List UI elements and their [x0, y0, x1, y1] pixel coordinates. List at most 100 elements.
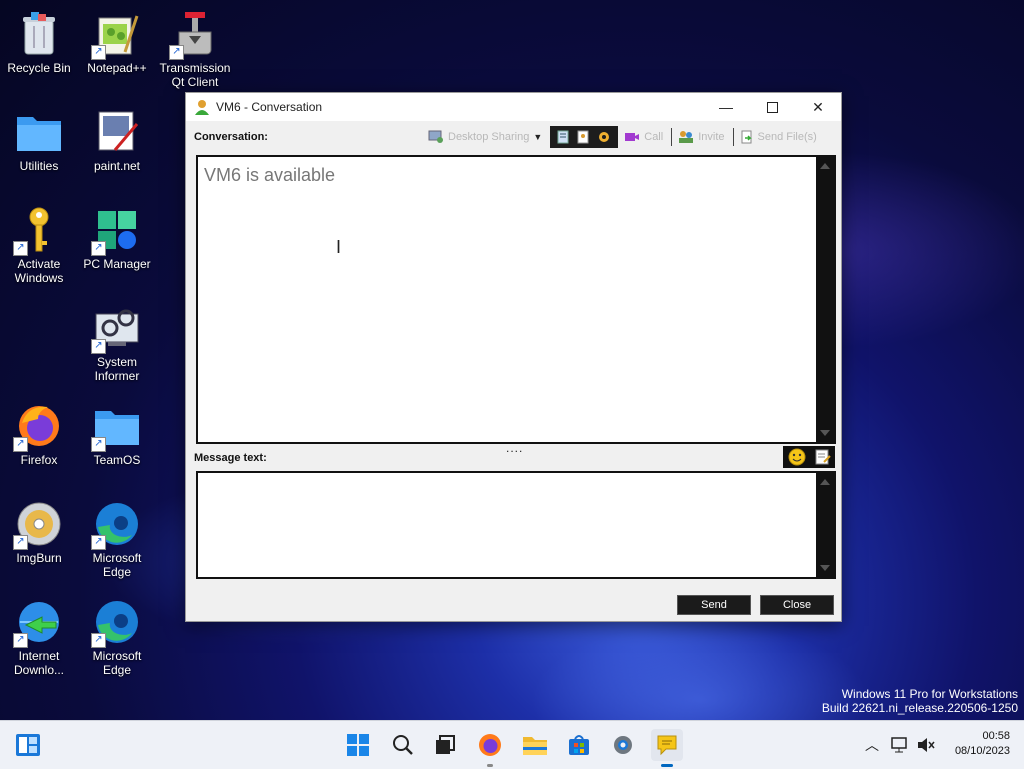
- search-button[interactable]: [387, 729, 419, 761]
- call-label: Call: [644, 131, 664, 143]
- file-explorer-icon: [523, 737, 547, 755]
- text-cursor-icon: I: [336, 237, 342, 257]
- desktop-icon-notepad-plus[interactable]: ↗ Notepad++: [79, 10, 155, 75]
- task-view-button[interactable]: [429, 729, 461, 761]
- conversation-status-text: VM6 is available: [204, 165, 336, 185]
- shortcut-arrow-icon: ↗: [91, 535, 106, 550]
- window-titlebar[interactable]: VM6 - Conversation — ✕: [186, 93, 841, 121]
- windows-watermark: Windows 11 Pro for Workstations Build 22…: [822, 687, 1018, 715]
- system-clock[interactable]: 00:58 08/10/2023: [955, 729, 1010, 759]
- desktop-icon-utilities[interactable]: Utilities: [1, 108, 77, 173]
- toolbar-dark-group: [550, 126, 619, 148]
- imgburn-icon: ↗: [13, 500, 63, 550]
- taskbar: ︿ 00:58 08/10/2023: [0, 720, 1024, 769]
- desktop-icon-label: ImgBurn: [16, 551, 62, 565]
- toolbar-divider: [671, 128, 673, 146]
- desktop-sharing-button[interactable]: Desktop Sharing ▼: [428, 130, 542, 144]
- desktop-icon-edge-1[interactable]: ↗ Microsoft Edge: [79, 500, 155, 579]
- firefox-icon: [479, 734, 501, 756]
- desktop-icon-system-informer[interactable]: ↗ System Informer: [79, 304, 155, 383]
- shortcut-arrow-icon: ↗: [13, 535, 28, 550]
- window-title: VM6 - Conversation: [216, 100, 323, 114]
- invite-users-icon: [679, 131, 694, 143]
- maximize-button[interactable]: [749, 93, 795, 121]
- desktop-icon-label: Notepad++: [87, 61, 147, 75]
- shortcut-arrow-icon: ↗: [91, 633, 106, 648]
- search-icon: [393, 735, 413, 755]
- start-button[interactable]: [342, 729, 374, 761]
- edge-icon: ↗: [91, 598, 141, 648]
- desktop-icon-label: Recycle Bin: [7, 61, 71, 75]
- transmission-icon: ↗: [169, 10, 219, 60]
- minimize-button[interactable]: —: [703, 93, 749, 121]
- invite-label: Invite: [698, 131, 725, 143]
- invite-button[interactable]: Invite: [678, 130, 725, 144]
- volume-tray-button[interactable]: [910, 729, 942, 761]
- desktop-icon-label: paint.net: [93, 159, 141, 173]
- taskbar-settings[interactable]: [607, 729, 639, 761]
- firefox-icon: ↗: [13, 402, 63, 452]
- message-scrollbar[interactable]: [816, 473, 834, 577]
- conversation-toolbar: Desktop Sharing ▼ Call Invite Send File(…: [428, 126, 825, 148]
- chevron-down-icon[interactable]: ▼: [533, 132, 542, 142]
- taskbar-firefox[interactable]: [474, 729, 506, 767]
- desktop-icon-teamos[interactable]: ↗ TeamOS: [79, 402, 155, 467]
- windows-logo-icon: [347, 734, 369, 756]
- shortcut-arrow-icon: ↗: [13, 241, 28, 256]
- desktop-icon-recycle-bin[interactable]: Recycle Bin: [1, 10, 77, 75]
- conversation-label: Conversation:: [194, 131, 268, 143]
- emoticon-icon[interactable]: [788, 448, 806, 466]
- history-icon[interactable]: [556, 130, 570, 144]
- shortcut-arrow-icon: ↗: [91, 45, 106, 60]
- desktop-icon-firefox[interactable]: ↗ Firefox: [1, 402, 77, 467]
- desktop-icon-idm[interactable]: ↗ Internet Downlo...: [1, 598, 77, 677]
- message-input[interactable]: [196, 471, 836, 579]
- settings-gear-icon[interactable]: [596, 130, 612, 144]
- video-camera-icon: [625, 133, 640, 141]
- taskbar-store[interactable]: [563, 729, 595, 761]
- shortcut-arrow-icon: ↗: [91, 339, 106, 354]
- desktop-icon-activate-windows[interactable]: ↗ Activate Windows: [1, 206, 77, 285]
- taskbar-file-explorer[interactable]: [519, 729, 551, 761]
- shortcut-arrow-icon: ↗: [91, 437, 106, 452]
- task-view-icon: [436, 735, 455, 754]
- desktop-icon-imgburn[interactable]: ↗ ImgBurn: [1, 500, 77, 565]
- desktop-icon-label: Microsoft Edge: [92, 649, 142, 677]
- widgets-icon: [16, 734, 40, 756]
- close-window-button[interactable]: ✕: [795, 93, 841, 121]
- conversation-scrollbar[interactable]: [816, 157, 834, 442]
- clock-date: 08/10/2023: [954, 745, 1010, 757]
- folder-icon: [15, 108, 63, 156]
- send-files-button[interactable]: Send File(s): [740, 130, 817, 144]
- call-button[interactable]: Call: [624, 131, 663, 143]
- close-button[interactable]: Close: [760, 595, 834, 615]
- network-icon: [891, 737, 907, 753]
- widgets-button[interactable]: [12, 729, 44, 761]
- desktop-icon-label: TeamOS: [93, 453, 141, 467]
- send-file-icon: [741, 130, 752, 144]
- toolbar-divider: [732, 128, 734, 146]
- desktop-icon-label: Utilities: [19, 159, 59, 173]
- desktop-icon-label: Activate Windows: [14, 257, 64, 285]
- desktop-sharing-icon: [428, 130, 443, 143]
- desktop-icon-pc-manager[interactable]: ↗ PC Manager: [79, 206, 155, 271]
- desktop-icon-label: Microsoft Edge: [92, 551, 142, 579]
- watermark-build: Build 22621.ni_release.220506-1250: [821, 701, 1018, 715]
- desktop-icon-label: Transmission Qt Client: [159, 61, 231, 89]
- taskbar-messenger[interactable]: [651, 729, 683, 767]
- conversation-window: VM6 - Conversation — ✕ Conversation: Des…: [185, 92, 842, 622]
- gear-icon: [614, 736, 632, 754]
- conversation-pane[interactable]: VM6 is available I: [196, 155, 836, 444]
- desktop-icon-paintnet[interactable]: paint.net: [79, 108, 155, 173]
- system-informer-icon: ↗: [91, 304, 141, 354]
- font-format-icon[interactable]: [815, 448, 831, 466]
- running-indicator: [487, 764, 493, 767]
- desktop-icon-transmission[interactable]: ↗ Transmission Qt Client: [157, 10, 233, 89]
- shortcut-arrow-icon: ↗: [169, 45, 184, 60]
- contact-card-icon[interactable]: [576, 130, 590, 144]
- store-icon: [569, 735, 589, 755]
- desktop-icon-edge-2[interactable]: ↗ Microsoft Edge: [79, 598, 155, 677]
- splitter-grip[interactable]: ....: [506, 441, 523, 455]
- send-button[interactable]: Send: [677, 595, 751, 615]
- edge-icon: ↗: [91, 500, 141, 550]
